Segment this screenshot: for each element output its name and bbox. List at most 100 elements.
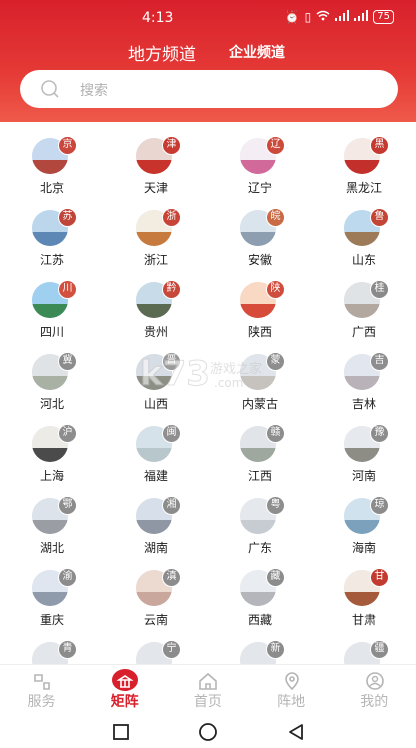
region-name: 上海	[39, 469, 64, 483]
nav-label: 矩阵	[110, 694, 139, 710]
region-item[interactable]: 琼海南	[312, 484, 416, 556]
recent-apps-icon	[113, 724, 129, 740]
vibrate-icon: ▯	[304, 10, 312, 24]
signal-icon	[335, 10, 350, 24]
region-badge: 陕	[266, 280, 285, 299]
region-name: 黑龙江	[345, 181, 382, 195]
alarm-icon: ⏰	[284, 10, 300, 24]
region-item[interactable]: 甘甘肃	[312, 556, 416, 628]
home-icon	[199, 672, 218, 690]
region-name: 江西	[247, 469, 272, 483]
region-item[interactable]: 鲁山东	[312, 196, 416, 268]
region-item[interactable]: 京北京	[0, 124, 104, 196]
region-item[interactable]: 滇云南	[104, 556, 208, 628]
nav-item-1[interactable]: 矩阵	[83, 665, 166, 717]
region-name: 河南	[351, 469, 376, 483]
region-item[interactable]: 闽福建	[104, 412, 208, 484]
region-name: 福建	[143, 469, 168, 483]
region-name: 山东	[351, 253, 376, 267]
battery-icon: 75	[373, 10, 394, 24]
region-item[interactable]: 青	[0, 628, 104, 664]
region-item[interactable]: 皖安徽	[208, 196, 312, 268]
region-name: 山西	[143, 397, 168, 411]
region-item[interactable]: 湘湖南	[104, 484, 208, 556]
region-item[interactable]: 粤广东	[208, 484, 312, 556]
nav-item-3[interactable]: 阵地	[250, 665, 333, 717]
region-name: 河北	[39, 397, 64, 411]
region-item[interactable]: 新	[208, 628, 312, 664]
region-grid: 京北京津天津辽辽宁黑黑龙江苏江苏浙浙江皖安徽鲁山东川四川黔贵州陕陕西桂广西冀河北…	[0, 124, 416, 664]
region-item[interactable]: 浙浙江	[104, 196, 208, 268]
region-badge: 疆	[370, 640, 389, 659]
region-item[interactable]: 藏西藏	[208, 556, 312, 628]
region-badge: 冀	[58, 352, 77, 371]
region-item[interactable]: 鄂湖北	[0, 484, 104, 556]
status-time: 4:13	[142, 10, 174, 26]
region-badge: 粤	[266, 496, 285, 515]
tab-enterprise-channel[interactable]: 企业频道	[229, 42, 285, 62]
nav-label: 首页	[193, 694, 222, 710]
region-badge: 津	[162, 136, 181, 155]
region-badge: 琼	[370, 496, 389, 515]
region-item[interactable]: 辽辽宁	[208, 124, 312, 196]
bottom-nav: 服务 矩阵 首页 阵地 我的	[0, 664, 416, 716]
region-badge: 湘	[162, 496, 181, 515]
signal-icon-2	[354, 10, 369, 24]
nav-item-4[interactable]: 我的	[333, 665, 416, 717]
region-name: 安徽	[247, 253, 272, 267]
region-item[interactable]: 豫河南	[312, 412, 416, 484]
region-item[interactable]: 桂广西	[312, 268, 416, 340]
region-item[interactable]: 川四川	[0, 268, 104, 340]
region-name: 吉林	[351, 397, 376, 411]
region-badge: 滇	[162, 568, 181, 587]
region-item[interactable]: 晋山西	[104, 340, 208, 412]
nav-item-2[interactable]: 首页	[166, 665, 249, 717]
region-name: 北京	[39, 181, 64, 195]
region-badge: 皖	[266, 208, 285, 227]
region-name: 甘肃	[351, 613, 376, 627]
region-item[interactable]: 苏江苏	[0, 196, 104, 268]
region-item[interactable]: 黑黑龙江	[312, 124, 416, 196]
region-badge: 赣	[266, 424, 285, 443]
service-icon	[34, 674, 50, 690]
region-item[interactable]: 吉吉林	[312, 340, 416, 412]
region-item[interactable]: 渝重庆	[0, 556, 104, 628]
tab-local-channel[interactable]: 地方频道	[128, 40, 196, 65]
region-item[interactable]: 冀河北	[0, 340, 104, 412]
region-item[interactable]: 宁	[104, 628, 208, 664]
region-item[interactable]: 黔贵州	[104, 268, 208, 340]
nav-label: 阵地	[277, 694, 306, 710]
region-item[interactable]: 陕陕西	[208, 268, 312, 340]
region-item[interactable]: 沪上海	[0, 412, 104, 484]
region-badge: 蒙	[266, 352, 285, 371]
region-name: 天津	[143, 181, 168, 195]
profile-icon	[365, 672, 384, 690]
region-name: 贵州	[143, 325, 168, 339]
region-badge: 豫	[370, 424, 389, 443]
region-item[interactable]: 疆	[312, 628, 416, 664]
region-name: 海南	[351, 541, 376, 555]
region-name: 湖南	[143, 541, 168, 555]
nav-label: 我的	[360, 694, 389, 710]
region-item[interactable]: 蒙内蒙古	[208, 340, 312, 412]
search-bar[interactable]: 搜索	[20, 70, 398, 108]
region-name: 浙江	[143, 253, 168, 267]
region-badge: 吉	[370, 352, 389, 371]
region-badge: 京	[58, 136, 77, 155]
region-name: 辽宁	[247, 181, 272, 195]
nav-item-0[interactable]: 服务	[0, 665, 83, 717]
search-input[interactable]: 搜索	[80, 80, 108, 100]
channel-tabs: 地方频道 企业频道	[0, 40, 416, 65]
region-badge: 黔	[162, 280, 181, 299]
region-name: 西藏	[247, 613, 272, 627]
home-system-icon	[199, 723, 217, 741]
region-name: 四川	[39, 325, 64, 339]
region-name: 广东	[247, 541, 272, 555]
status-bar: 4:13 ⏰ ▯ 75	[0, 0, 416, 38]
region-name: 陕西	[247, 325, 272, 339]
region-badge: 鲁	[370, 208, 389, 227]
region-item[interactable]: 赣江西	[208, 412, 312, 484]
region-item[interactable]: 津天津	[104, 124, 208, 196]
search-icon	[41, 80, 59, 98]
region-badge: 辽	[266, 136, 285, 155]
